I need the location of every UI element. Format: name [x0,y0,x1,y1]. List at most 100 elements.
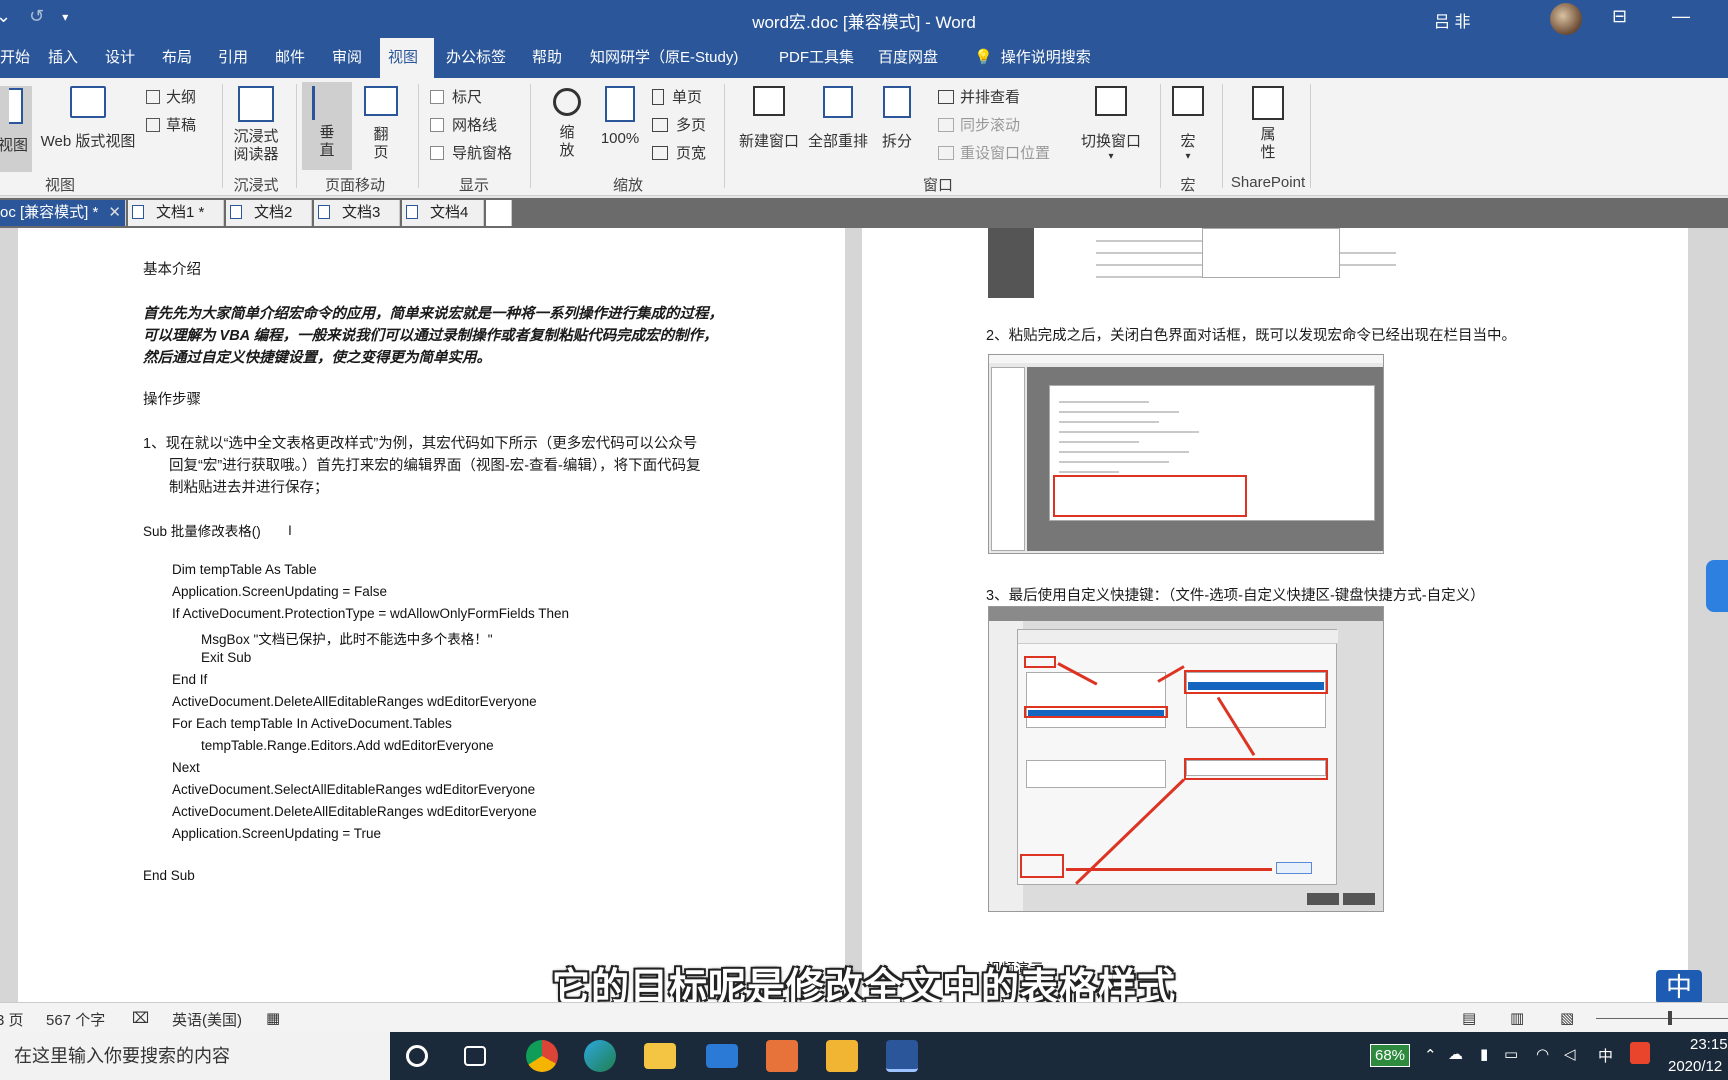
ribbon-separator [418,84,419,188]
code-line: ActiveDocument.DeleteAllEditableRanges w… [172,694,537,709]
sync-scroll-button[interactable]: 同步滚动 [938,114,1020,135]
word-count[interactable]: 567 个字 [46,1009,105,1030]
tab-e-study[interactable]: 知网研学（原E-Study) [582,38,746,78]
gridlines-checkbox[interactable]: 网格线 [430,114,497,135]
doc-tab-3[interactable]: 文档3 [314,200,400,226]
properties-button[interactable]: 属 性 [1228,86,1308,162]
new-tab-button[interactable] [486,200,512,226]
tab-layout[interactable]: 布局 [154,38,200,78]
wifi-icon[interactable]: ◠ [1536,1045,1549,1063]
tab-mailings[interactable]: 邮件 [267,38,313,78]
clock-date[interactable]: 2020/12 [1668,1058,1722,1075]
document-tabs-bar: oc [兼容模式] * ✕ 文档1 * 文档2 文档3 文档4 [0,198,1728,228]
cloud-icon[interactable]: ☁ [1448,1045,1463,1063]
page-indicator[interactable]: 3 页 [0,1009,24,1030]
macro-icon [1172,86,1204,116]
notes-app-icon[interactable] [826,1040,858,1072]
file-explorer-icon[interactable] [644,1043,676,1069]
volume-icon[interactable]: ◁ [1564,1045,1576,1063]
ruler-checkbox[interactable]: 标尺 [430,86,482,107]
edge-icon[interactable] [584,1040,616,1072]
outline-button[interactable]: 大纲 [146,86,196,107]
doc-tab-word-macro[interactable]: oc [兼容模式] * ✕ [0,200,126,226]
ribbon-tabs: 开始 插入 设计 布局 引用 邮件 审阅 视图 办公标签 帮助 知网研学（原E-… [0,38,1728,78]
avatar[interactable] [1550,3,1582,35]
vertical-button[interactable]: 垂 直 [302,82,352,170]
chevron-up-icon[interactable]: ⌃ [1424,1046,1437,1064]
tell-me-search[interactable]: 💡 操作说明搜索 [966,38,1099,78]
customize-keyboard-dialog [1017,629,1338,885]
ime-badge[interactable]: 中 [1656,970,1702,1004]
task-view-icon[interactable] [464,1046,486,1066]
document-area: 基本介绍 首先先为大家简单介绍宏命令的应用，简单来说宏就是一种将一系列操作进行集… [0,228,1728,1002]
tab-home[interactable]: 开始 [0,38,38,78]
proofing-icon[interactable]: ⌧ [132,1009,149,1027]
read-mode-view-icon[interactable]: ▤ [1462,1009,1476,1027]
magnifier-icon [553,88,581,116]
tab-design[interactable]: 设计 [97,38,143,78]
tab-view[interactable]: 视图 [380,38,434,78]
battery-indicator[interactable]: 68% [1370,1044,1411,1067]
zoom-100-button[interactable]: 100% [596,86,644,147]
macro-button[interactable]: 宏 ▾ [1166,86,1210,162]
vertical-scroll-icon [312,86,342,120]
doc-tab-4[interactable]: 文档4 [402,200,484,226]
new-window-button[interactable]: 新建窗口 [734,86,804,151]
immersive-reader-button[interactable]: 沉浸式 阅读器 [228,86,284,164]
multi-page-button[interactable]: 多页 [652,114,706,135]
split-button[interactable]: 拆分 [876,86,918,151]
web-layout-button[interactable]: Web 版式视图 [38,86,138,151]
cortana-icon[interactable] [406,1045,428,1067]
web-layout-view-icon[interactable]: ▧ [1560,1009,1574,1027]
tab-review[interactable]: 审阅 [324,38,370,78]
zoom-slider[interactable] [1596,1018,1728,1019]
tab-help[interactable]: 帮助 [524,38,570,78]
minimize-icon[interactable]: — [1672,6,1690,27]
reset-window-position-button[interactable]: 重设窗口位置 [938,142,1050,163]
doc-tab-1[interactable]: 文档1 * [128,200,224,226]
word-taskbar-icon[interactable] [886,1040,918,1072]
sogou-ime-icon[interactable] [1630,1042,1650,1064]
switch-window-button[interactable]: 切换窗口 ▾ [1072,86,1150,162]
page-right[interactable]: 2、粘贴完成之后，关闭白色界面对话框，既可以发现宏命令已经出现在栏目当中。 3、… [862,228,1688,1002]
code-line: Next [172,760,200,775]
read-mode-button[interactable]: 视图 [0,86,32,172]
side-by-side-button[interactable]: 并排查看 [938,86,1020,107]
tab-office-tab[interactable]: 办公标签 [438,38,514,78]
chrome-icon[interactable] [526,1040,558,1072]
clock-time[interactable]: 23:15 [1690,1036,1728,1053]
page-width-icon [652,146,668,160]
shield-icon[interactable] [1706,560,1728,612]
close-icon[interactable]: ✕ [108,200,121,226]
user-name[interactable]: 吕 非 [1434,8,1470,32]
taskbar-search-input[interactable]: 在这里输入你要搜索的内容 [0,1032,390,1080]
tab-references[interactable]: 引用 [210,38,256,78]
zoom-slider-thumb[interactable] [1668,1011,1672,1025]
tab-pdf-tools[interactable]: PDF工具集 [771,38,862,78]
ribbon-separator [1222,84,1223,188]
one-page-button[interactable]: 单页 [652,86,702,107]
mail-icon[interactable] [706,1044,738,1068]
print-layout-view-icon[interactable]: ▥ [1510,1009,1524,1027]
ribbon-display-icon[interactable]: ⊟ [1612,6,1627,27]
side-to-side-button[interactable]: 翻 页 [356,86,406,162]
arrange-all-button[interactable]: 全部重排 [804,86,872,151]
draft-button[interactable]: 草稿 [146,114,196,135]
macro-record-icon[interactable]: ▦ [266,1009,280,1027]
wps-presentation-icon[interactable] [766,1040,798,1072]
battery-icon[interactable]: ▭ [1504,1045,1518,1063]
annotation-box [1020,854,1064,878]
ime-indicator[interactable]: 中 [1598,1045,1613,1066]
nav-pane-checkbox[interactable]: 导航窗格 [430,142,512,163]
title-bar: ⌄ ↺ ▾ word宏.doc [兼容模式] - Word 吕 非 ⊟ — [0,0,1728,38]
tab-insert[interactable]: 插入 [40,38,86,78]
page-left[interactable]: 基本介绍 首先先为大家简单介绍宏命令的应用，简单来说宏就是一种将一系列操作进行集… [18,228,845,1002]
microphone-icon[interactable]: ▮ [1480,1045,1488,1063]
language-indicator[interactable]: 英语(美国) [172,1009,242,1030]
zoom-button[interactable]: 缩 放 [542,86,592,160]
tab-baidu-netdisk[interactable]: 百度网盘 [870,38,946,78]
ribbon-separator [1160,84,1161,188]
doc-tab-2[interactable]: 文档2 [226,200,312,226]
page-width-button[interactable]: 页宽 [652,142,706,163]
sharepoint-properties-icon [1252,86,1284,120]
